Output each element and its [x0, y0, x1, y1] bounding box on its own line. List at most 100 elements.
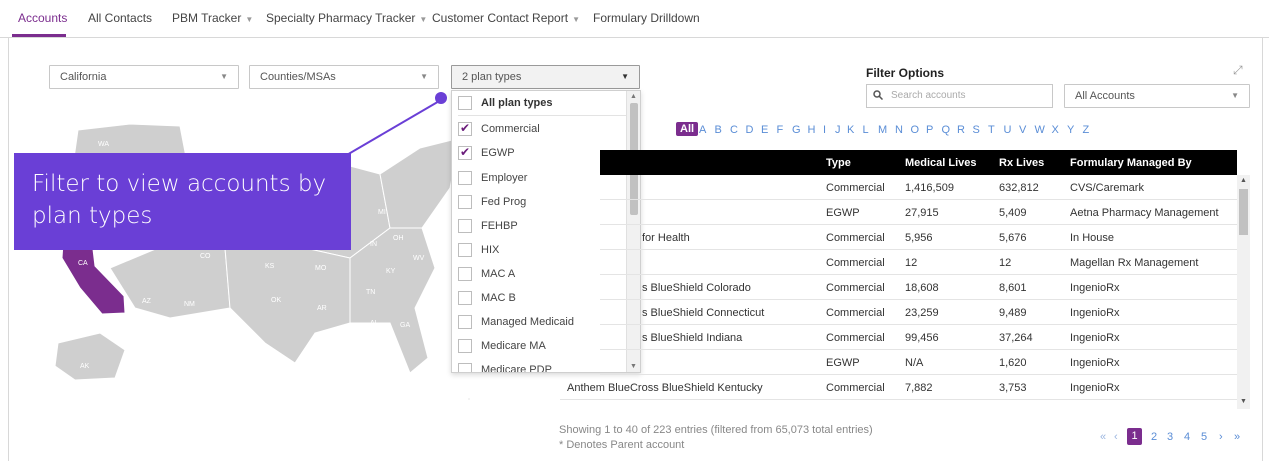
cell-account-name[interactable]: Anthem BlueCross BlueShield Kentucky [567, 382, 763, 394]
table-row[interactable]: s BlueShield Indiana Commercial 99,456 3… [600, 325, 1237, 350]
alpha-filter-z[interactable]: Z [1083, 124, 1090, 136]
table-row[interactable]: Anthem BlueCross BlueShield Kentucky Com… [560, 375, 1237, 400]
scrollbar-thumb[interactable] [1239, 189, 1248, 235]
option-medicare-pdp[interactable]: Medicare PDP [458, 360, 552, 372]
page-3-button[interactable]: 3 [1167, 431, 1173, 443]
checkbox[interactable] [458, 315, 472, 329]
table-row[interactable]: s BlueShield Colorado Commercial 18,608 … [600, 275, 1237, 300]
map-region-south-central[interactable] [224, 247, 351, 364]
expand-icon[interactable]: ⤢ [1233, 63, 1243, 78]
table-row[interactable]: Commercial 1,416,509 632,812 CVS/Caremar… [600, 175, 1237, 200]
table-scrollbar[interactable]: ▲ ▼ [1237, 175, 1250, 409]
first-page-button[interactable]: « [1100, 431, 1106, 443]
tab-all-contacts[interactable]: All Contacts [88, 11, 152, 25]
checkbox-checked[interactable] [458, 145, 472, 160]
prev-page-button[interactable]: ‹ [1114, 431, 1118, 443]
cell-account-name[interactable]: for Health [642, 232, 690, 244]
alpha-filter-s[interactable]: S [973, 124, 980, 136]
cell-account-name[interactable]: s BlueShield Connecticut [642, 307, 764, 319]
page-5-button[interactable]: 5 [1201, 431, 1207, 443]
tab-formulary-drilldown[interactable]: Formulary Drilldown [593, 11, 700, 25]
option-hix[interactable]: HIX [458, 240, 499, 260]
option-fed-prog[interactable]: Fed Prog [458, 192, 526, 212]
tab-specialty-pharmacy-tracker[interactable]: Specialty Pharmacy Tracker ▼ [266, 11, 427, 25]
alpha-filter-v[interactable]: V [1019, 124, 1026, 136]
account-scope-select[interactable]: All Accounts ▼ [1064, 84, 1250, 108]
alpha-filter-all[interactable]: All [676, 122, 699, 136]
alpha-filter-t[interactable]: T [988, 124, 995, 136]
alpha-filter-r[interactable]: R [957, 124, 965, 136]
alpha-filter-o[interactable]: O [911, 124, 920, 136]
checkbox-checked[interactable] [458, 121, 472, 136]
alpha-filter-e[interactable]: E [761, 124, 768, 136]
alpha-filter-a[interactable]: A [699, 124, 706, 136]
alpha-filter-n[interactable]: N [895, 124, 903, 136]
alpha-filter-q[interactable]: Q [942, 124, 951, 136]
alpha-filter-c[interactable]: C [730, 124, 738, 136]
checkbox[interactable] [458, 267, 472, 281]
checkbox[interactable] [458, 96, 472, 110]
alpha-filter-d[interactable]: D [746, 124, 754, 136]
table-row[interactable]: for Health Commercial 5,956 5,676 In Hou… [600, 225, 1237, 250]
checkbox[interactable] [458, 171, 472, 185]
counties-select[interactable]: Counties/MSAs ▼ [249, 65, 439, 89]
alpha-filter-u[interactable]: U [1004, 124, 1012, 136]
alpha-filter-p[interactable]: P [926, 124, 933, 136]
alpha-filter-l[interactable]: L [863, 124, 869, 136]
alpha-filter-b[interactable]: B [715, 124, 722, 136]
option-mac-b[interactable]: MAC B [458, 288, 516, 308]
map-region-pr[interactable] [467, 397, 470, 401]
tab-pbm-tracker[interactable]: PBM Tracker ▼ [172, 11, 253, 25]
column-header-type[interactable]: Type [826, 157, 851, 169]
tab-accounts[interactable]: Accounts [18, 11, 67, 25]
column-header-rx-lives[interactable]: Rx Lives [999, 157, 1044, 169]
state-select[interactable]: California ▼ [49, 65, 239, 89]
map-region-alaska[interactable] [54, 332, 126, 381]
cell-account-name[interactable]: s BlueShield Colorado [642, 282, 751, 294]
table-row[interactable]: Commercial 12 12 Magellan Rx Management [600, 250, 1237, 275]
search-input[interactable]: Search accounts [866, 84, 1053, 108]
table-row[interactable]: EGWP N/A 1,620 IngenioRx [600, 350, 1237, 375]
option-fehbp[interactable]: FEHBP [458, 216, 518, 236]
option-managed-medicaid[interactable]: Managed Medicaid [458, 312, 574, 332]
page-1-button[interactable]: 1 [1127, 428, 1142, 445]
page-2-button[interactable]: 2 [1151, 431, 1157, 443]
scroll-down-icon[interactable]: ▼ [1240, 398, 1247, 405]
next-page-button[interactable]: › [1219, 431, 1223, 443]
column-header-formulary-managed-by[interactable]: Formulary Managed By [1070, 157, 1192, 169]
checkbox[interactable] [458, 339, 472, 353]
option-commercial[interactable]: Commercial [458, 119, 540, 139]
option-mac-a[interactable]: MAC A [458, 264, 515, 284]
alpha-filter-h[interactable]: H [808, 124, 816, 136]
alpha-filter-i[interactable]: I [823, 124, 826, 136]
checkbox[interactable] [458, 243, 472, 257]
alpha-filter-f[interactable]: F [777, 124, 784, 136]
table-row[interactable]: s BlueShield Connecticut Commercial 23,2… [600, 300, 1237, 325]
plan-types-select[interactable]: 2 plan types ▼ [451, 65, 640, 89]
map-region-southwest[interactable] [109, 242, 231, 319]
option-medicare-ma[interactable]: Medicare MA [458, 336, 546, 356]
option-egwp[interactable]: EGWP [458, 143, 515, 163]
alpha-filter-k[interactable]: K [847, 124, 854, 136]
alpha-filter-y[interactable]: Y [1067, 124, 1074, 136]
scroll-up-icon[interactable]: ▲ [1240, 177, 1247, 184]
checkbox[interactable] [458, 363, 472, 372]
last-page-button[interactable]: » [1234, 431, 1240, 443]
alpha-filter-g[interactable]: G [792, 124, 801, 136]
column-header-medical-lives[interactable]: Medical Lives [905, 157, 977, 169]
checkbox[interactable] [458, 219, 472, 233]
alpha-filter-w[interactable]: W [1035, 124, 1045, 136]
alpha-filter-m[interactable]: M [878, 124, 887, 136]
tab-customer-contact-report[interactable]: Customer Contact Report ▼ [432, 11, 580, 25]
checkbox[interactable] [458, 195, 472, 209]
cell-account-name[interactable]: s BlueShield Indiana [642, 332, 742, 344]
table-row[interactable]: EGWP 27,915 5,409 Aetna Pharmacy Managem… [600, 200, 1237, 225]
option-employer[interactable]: Employer [458, 168, 527, 188]
checkbox[interactable] [458, 291, 472, 305]
alpha-filter-x[interactable]: X [1052, 124, 1059, 136]
page-4-button[interactable]: 4 [1184, 431, 1190, 443]
map-region-southeast[interactable] [349, 227, 436, 374]
alpha-filter-j[interactable]: J [835, 124, 841, 136]
scroll-up-icon[interactable]: ▲ [630, 93, 637, 100]
option-all-plan-types[interactable]: All plan types [458, 93, 553, 113]
